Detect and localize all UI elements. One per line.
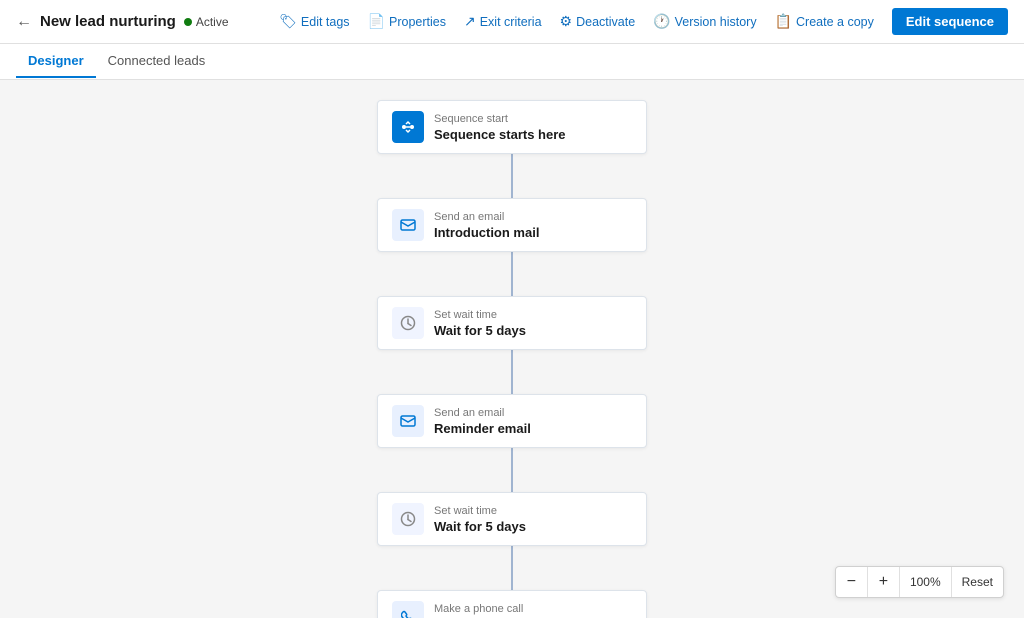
deactivate-icon: ⚙ xyxy=(560,13,573,30)
canvas: Sequence start Sequence starts here Send… xyxy=(0,80,1024,618)
phone-call-card[interactable]: Make a phone call Call customer xyxy=(377,590,647,618)
properties-button[interactable]: 📄 Properties xyxy=(368,13,446,30)
zoom-reset-button[interactable]: Reset xyxy=(952,567,1003,597)
history-icon: 🕐 xyxy=(653,13,670,30)
exit-criteria-button[interactable]: ↗ Exit criteria xyxy=(464,13,542,30)
phone-call-text: Make a phone call Call customer xyxy=(434,603,523,618)
zoom-level: 100% xyxy=(900,567,952,597)
edit-tags-button[interactable]: 🏷 Edit tags xyxy=(279,13,349,30)
email-2-label: Send an email xyxy=(434,407,531,419)
wait-1-label: Set wait time xyxy=(434,309,526,321)
email-1-icon xyxy=(392,209,424,241)
wait-1-icon xyxy=(392,307,424,339)
email-2-title: Reminder email xyxy=(434,421,531,436)
email-2-icon xyxy=(392,405,424,437)
properties-icon: 📄 xyxy=(368,13,385,30)
sequence-start-icon xyxy=(392,111,424,143)
wait-2-text: Set wait time Wait for 5 days xyxy=(434,505,526,534)
edit-sequence-button[interactable]: Edit sequence xyxy=(892,8,1008,35)
sequence-start-text: Sequence start Sequence starts here xyxy=(434,113,566,142)
email-1-text: Send an email Introduction mail xyxy=(434,211,539,240)
wait-1-card[interactable]: Set wait time Wait for 5 days xyxy=(377,296,647,350)
email-2-text: Send an email Reminder email xyxy=(434,407,531,436)
header: ← New lead nurturing Active 🏷 Edit tags … xyxy=(0,0,1024,44)
copy-icon: 📋 xyxy=(775,13,792,30)
sequence-start-card[interactable]: Sequence start Sequence starts here xyxy=(377,100,647,154)
tab-connected-leads[interactable]: Connected leads xyxy=(96,45,218,78)
sequence-start-label: Sequence start xyxy=(434,113,566,125)
back-button[interactable]: ← xyxy=(16,13,32,31)
status-label: Active xyxy=(196,15,229,29)
status-dot xyxy=(184,18,192,26)
wait-2-label: Set wait time xyxy=(434,505,526,517)
send-email-1-card[interactable]: Send an email Introduction mail xyxy=(377,198,647,252)
version-history-button[interactable]: 🕐 Version history xyxy=(653,13,756,30)
tab-designer[interactable]: Designer xyxy=(16,45,96,78)
create-copy-button[interactable]: 📋 Create a copy xyxy=(775,13,874,30)
exit-icon: ↗ xyxy=(464,13,476,30)
zoom-controls: − + 100% Reset xyxy=(835,566,1004,598)
email-1-label: Send an email xyxy=(434,211,539,223)
tabs-bar: Designer Connected leads xyxy=(0,44,1024,80)
header-left: ← New lead nurturing Active xyxy=(16,13,229,31)
phone-icon xyxy=(392,601,424,618)
status-badge: Active xyxy=(184,15,229,29)
connector-3 xyxy=(511,350,513,394)
flow: Sequence start Sequence starts here Send… xyxy=(362,100,662,618)
wait-2-title: Wait for 5 days xyxy=(434,519,526,534)
connector-5 xyxy=(511,546,513,590)
wait-2-card[interactable]: Set wait time Wait for 5 days xyxy=(377,492,647,546)
email-1-title: Introduction mail xyxy=(434,225,539,240)
zoom-out-button[interactable]: − xyxy=(836,567,868,597)
sequence-start-title: Sequence starts here xyxy=(434,127,566,142)
connector-2 xyxy=(511,252,513,296)
zoom-in-button[interactable]: + xyxy=(868,567,900,597)
deactivate-button[interactable]: ⚙ Deactivate xyxy=(560,13,636,30)
send-email-2-card[interactable]: Send an email Reminder email xyxy=(377,394,647,448)
wait-1-title: Wait for 5 days xyxy=(434,323,526,338)
tag-icon: 🏷 xyxy=(279,13,297,30)
wait-1-text: Set wait time Wait for 5 days xyxy=(434,309,526,338)
header-actions: 🏷 Edit tags 📄 Properties ↗ Exit criteria… xyxy=(279,8,1008,35)
connector-4 xyxy=(511,448,513,492)
wait-2-icon xyxy=(392,503,424,535)
phone-call-label: Make a phone call xyxy=(434,603,523,615)
page-title: New lead nurturing xyxy=(40,13,176,30)
connector-1 xyxy=(511,154,513,198)
